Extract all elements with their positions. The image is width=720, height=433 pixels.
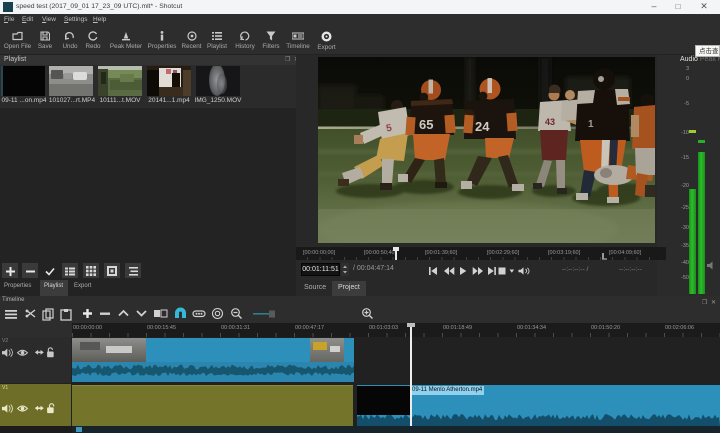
svg-text:43: 43 bbox=[545, 117, 555, 127]
svg-text:1: 1 bbox=[588, 119, 594, 130]
svg-text:24: 24 bbox=[475, 119, 490, 134]
svg-text:65: 65 bbox=[419, 117, 433, 132]
